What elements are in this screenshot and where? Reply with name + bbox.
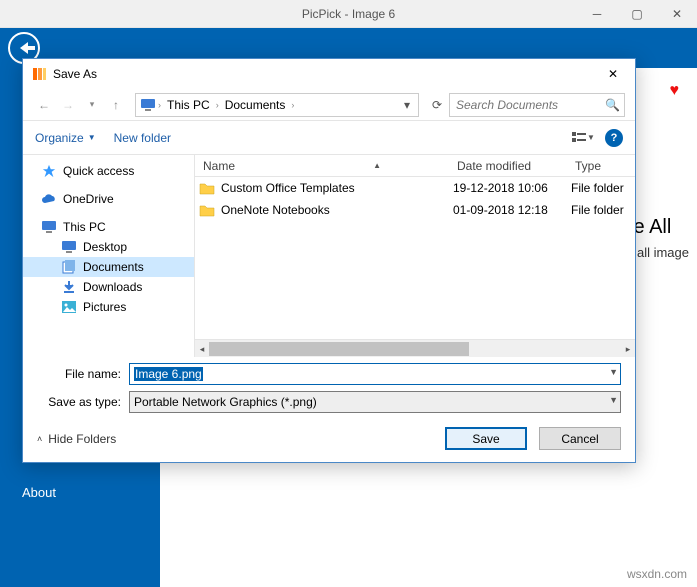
dialog-fields: File name: Image 6.png ▼ Save as type: P… <box>23 357 635 419</box>
cancel-button[interactable]: Cancel <box>539 427 621 450</box>
chevron-right-icon: › <box>216 100 219 110</box>
pictures-icon <box>61 300 77 314</box>
folder-icon <box>199 181 215 195</box>
breadcrumb-dropdown-icon[interactable]: ▾ <box>400 98 414 112</box>
scroll-thumb[interactable] <box>209 342 469 356</box>
minimize-button[interactable]: ─ <box>577 0 617 28</box>
scroll-right-icon[interactable]: ▸ <box>621 342 635 356</box>
dialog-toolbar: Organize▼ New folder ▼ ? <box>23 121 635 155</box>
save-type-label: Save as type: <box>37 395 129 409</box>
downloads-icon <box>61 280 77 294</box>
app-titlebar: PicPick - Image 6 ─ ▢ ✕ <box>0 0 697 28</box>
dialog-bottom: ˄ Hide Folders Save Cancel <box>23 419 635 462</box>
sidebar-item-about[interactable]: About <box>0 471 160 514</box>
save-as-dialog: Save As ✕ ← → ▾ ↑ › This PC › Documents … <box>22 58 636 463</box>
view-mode-button[interactable]: ▼ <box>569 127 597 149</box>
breadcrumb-documents[interactable]: Documents <box>221 98 290 112</box>
maximize-button[interactable]: ▢ <box>617 0 657 28</box>
dialog-main: Quick access OneDrive This PC Desktop <box>23 155 635 357</box>
dialog-titlebar: Save As ✕ <box>23 59 635 89</box>
star-icon <box>41 164 57 178</box>
file-row[interactable]: OneNote Notebooks 01-09-2018 12:18 File … <box>195 199 635 221</box>
file-type: File folder <box>571 181 635 195</box>
breadcrumb-this-pc[interactable]: This PC <box>163 98 214 112</box>
file-pane: Name ▲ Date modified Type Custom Office … <box>195 155 635 357</box>
chevron-right-icon: › <box>158 100 161 110</box>
close-button[interactable]: ✕ <box>657 0 697 28</box>
file-name-value[interactable]: Image 6.png <box>134 367 203 381</box>
tree-pictures[interactable]: Pictures <box>23 297 194 317</box>
nav-recent-button[interactable]: ▾ <box>81 94 103 116</box>
search-icon: 🔍 <box>605 98 620 112</box>
save-type-value: Portable Network Graphics (*.png) <box>134 395 317 409</box>
file-date: 01-09-2018 12:18 <box>453 203 571 217</box>
tree-onedrive[interactable]: OneDrive <box>23 189 194 209</box>
file-name: Custom Office Templates <box>221 181 453 195</box>
chevron-right-icon: › <box>291 100 294 110</box>
back-arrow-icon <box>20 42 28 54</box>
nav-tree[interactable]: Quick access OneDrive This PC Desktop <box>23 155 195 357</box>
save-type-field[interactable]: Portable Network Graphics (*.png) ▼ <box>129 391 621 413</box>
chevron-down-icon: ▼ <box>88 133 96 142</box>
sort-asc-icon: ▲ <box>373 161 381 170</box>
dialog-title: Save As <box>53 67 97 81</box>
scroll-left-icon[interactable]: ◂ <box>195 342 209 356</box>
desktop-icon <box>61 240 77 254</box>
picpick-icon <box>31 66 47 82</box>
column-headers[interactable]: Name ▲ Date modified Type <box>195 155 635 177</box>
documents-icon <box>61 260 77 274</box>
search-box[interactable]: 🔍 <box>449 93 625 117</box>
file-name-field[interactable]: Image 6.png ▼ <box>129 363 621 385</box>
organize-button[interactable]: Organize▼ <box>35 131 96 145</box>
col-name[interactable]: Name ▲ <box>195 155 449 176</box>
tree-quick-access[interactable]: Quick access <box>23 161 194 181</box>
app-window: PicPick - Image 6 ─ ▢ ✕ Options About ♥ … <box>0 0 697 587</box>
file-date: 19-12-2018 10:06 <box>453 181 571 195</box>
pc-icon <box>140 98 156 112</box>
dialog-nav-row: ← → ▾ ↑ › This PC › Documents › ▾ ⟳ 🔍 <box>23 89 635 121</box>
watermark: wsxdn.com <box>627 567 687 581</box>
heart-icon[interactable]: ♥ <box>670 82 680 100</box>
col-type[interactable]: Type <box>567 155 635 176</box>
chevron-up-icon: ˄ <box>37 434 42 444</box>
file-list[interactable]: Custom Office Templates 19-12-2018 10:06… <box>195 177 635 339</box>
file-name: OneNote Notebooks <box>221 203 453 217</box>
folder-icon <box>199 203 215 217</box>
hide-folders-button[interactable]: ˄ Hide Folders <box>37 432 116 446</box>
nav-back-button[interactable]: ← <box>33 94 55 116</box>
nav-up-button[interactable]: ↑ <box>105 94 127 116</box>
file-row[interactable]: Custom Office Templates 19-12-2018 10:06… <box>195 177 635 199</box>
refresh-button[interactable]: ⟳ <box>427 95 447 115</box>
breadcrumb[interactable]: › This PC › Documents › ▾ <box>135 93 419 117</box>
col-date[interactable]: Date modified <box>449 155 567 176</box>
nav-forward-button[interactable]: → <box>57 94 79 116</box>
app-title: PicPick - Image 6 <box>302 7 395 21</box>
save-button[interactable]: Save <box>445 427 527 450</box>
cloud-icon <box>41 192 57 206</box>
tree-desktop[interactable]: Desktop <box>23 237 194 257</box>
help-button[interactable]: ? <box>605 129 623 147</box>
tree-downloads[interactable]: Downloads <box>23 277 194 297</box>
tree-documents[interactable]: Documents <box>23 257 194 277</box>
new-folder-button[interactable]: New folder <box>114 131 171 145</box>
file-type: File folder <box>571 203 635 217</box>
tree-this-pc[interactable]: This PC <box>23 217 194 237</box>
pc-icon <box>41 220 57 234</box>
horizontal-scrollbar[interactable]: ◂ ▸ <box>195 339 635 357</box>
search-input[interactable] <box>450 94 624 116</box>
file-name-label: File name: <box>37 367 129 381</box>
dialog-close-button[interactable]: ✕ <box>599 62 627 86</box>
